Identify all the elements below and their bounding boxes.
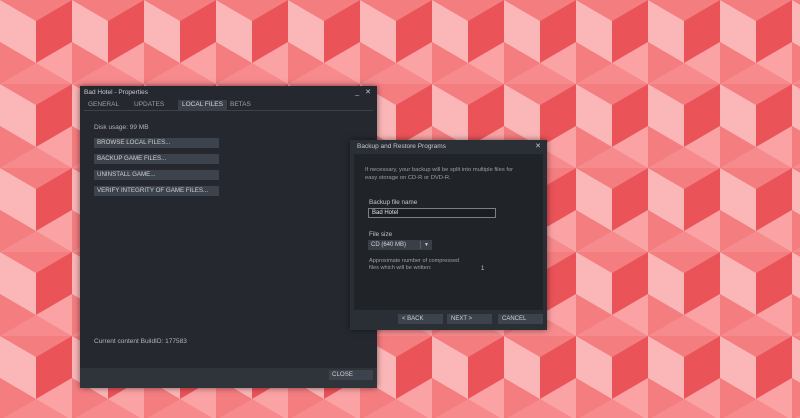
tab-betas[interactable]: BETAS bbox=[226, 100, 255, 110]
tab-general[interactable]: GENERAL bbox=[84, 100, 123, 110]
build-id-label: Current content BuildID: 177583 bbox=[94, 338, 187, 345]
tab-local-files[interactable]: LOCAL FILES bbox=[178, 100, 227, 110]
chevron-down-icon: ▼ bbox=[424, 242, 429, 248]
backup-info-text: If necessary, your backup will be split … bbox=[365, 167, 514, 181]
backup-game-files-button[interactable]: BACKUP GAME FILES... bbox=[94, 154, 219, 164]
tab-updates[interactable]: UPDATES bbox=[130, 100, 168, 110]
properties-titlebar[interactable]: Bad Hotel - Properties _ ✕ bbox=[80, 86, 377, 99]
close-icon[interactable]: ✕ bbox=[365, 89, 373, 96]
backup-content: If necessary, your backup will be split … bbox=[350, 140, 547, 330]
file-size-label: File size bbox=[369, 231, 393, 238]
approx-files-count: 1 bbox=[481, 266, 485, 272]
uninstall-game-button[interactable]: UNINSTALL GAME... bbox=[94, 170, 219, 180]
select-divider bbox=[420, 241, 421, 249]
properties-title: Bad Hotel - Properties bbox=[84, 89, 148, 96]
close-button[interactable]: CLOSE bbox=[329, 370, 373, 380]
file-size-selected: CD (640 MB) bbox=[371, 242, 407, 248]
browse-local-files-button[interactable]: BROWSE LOCAL FILES... bbox=[94, 138, 219, 148]
file-size-select[interactable]: CD (640 MB) ▼ bbox=[368, 240, 432, 250]
verify-integrity-button[interactable]: VERIFY INTEGRITY OF GAME FILES... bbox=[94, 186, 219, 196]
minimize-icon[interactable]: _ bbox=[355, 89, 361, 96]
properties-window: Bad Hotel - Properties _ ✕ GENERAL UPDAT… bbox=[80, 86, 377, 388]
backup-file-name-input[interactable]: Bad Hotel bbox=[368, 208, 496, 218]
file-name-label: Backup file name bbox=[369, 199, 418, 206]
disk-usage-label: Disk usage: 99 MB bbox=[94, 124, 149, 131]
properties-tabs: GENERAL UPDATES LOCAL FILES BETAS bbox=[84, 100, 373, 111]
approx-files-label: Approximate number of compressed files w… bbox=[369, 258, 460, 271]
